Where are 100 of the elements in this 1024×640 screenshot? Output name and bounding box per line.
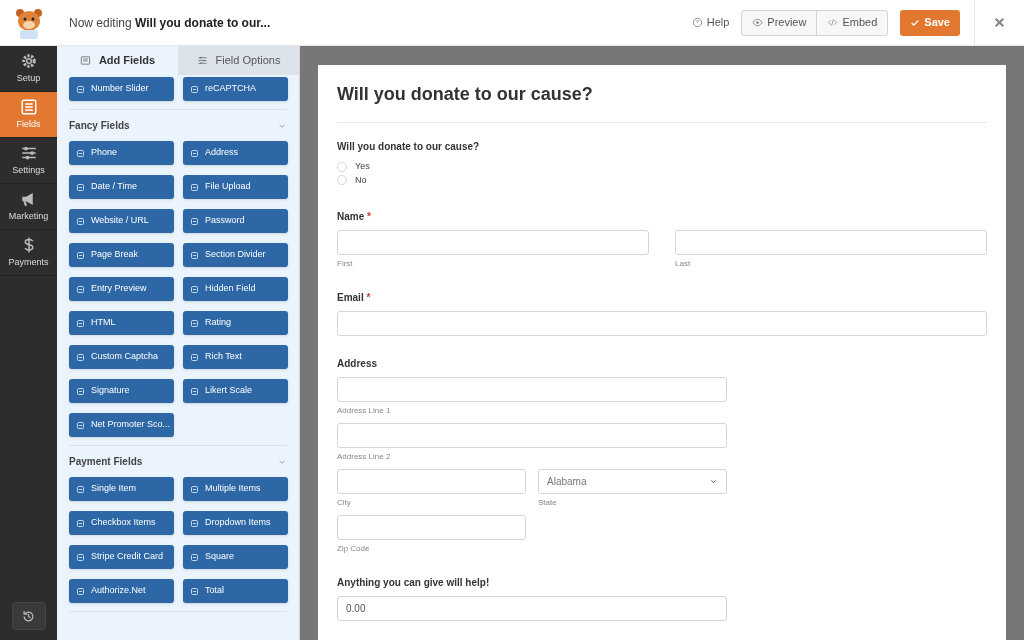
field-button[interactable]: Square <box>183 545 288 569</box>
field-button[interactable]: Password <box>183 209 288 233</box>
input-field[interactable] <box>337 469 526 494</box>
form-icon <box>79 55 91 66</box>
nav-tab[interactable]: Fields <box>0 92 57 138</box>
field-button[interactable]: Number Slider <box>69 77 174 101</box>
field-icon <box>76 250 85 260</box>
field-button[interactable]: Signature <box>69 379 174 403</box>
field-icon <box>76 552 85 562</box>
help-icon <box>691 17 703 28</box>
code-icon <box>827 17 839 28</box>
field-button[interactable]: Hidden Field <box>183 277 288 301</box>
embed-button[interactable]: Embed <box>817 10 888 35</box>
field-icon <box>190 250 199 260</box>
save-button[interactable]: Save <box>900 9 960 36</box>
field-icon <box>76 318 85 328</box>
field-icon <box>76 148 85 158</box>
group-title: Fancy Fields <box>69 119 130 133</box>
sublabel: Zip Code <box>337 543 371 555</box>
field-icon <box>190 386 199 396</box>
field-button[interactable]: Multiple Items <box>183 477 288 501</box>
field-button[interactable]: Likert Scale <box>183 379 288 403</box>
field-button[interactable]: Authorize.Net <box>69 579 174 603</box>
field-icon <box>76 586 85 596</box>
field-icon <box>190 284 199 294</box>
editing-title: Now editing Will you donate to our... <box>69 14 271 32</box>
field-icon <box>76 420 85 430</box>
panel-tab[interactable]: Field Options <box>178 46 299 75</box>
field-button[interactable]: Single Item <box>69 477 174 501</box>
field-icon <box>76 484 85 494</box>
sublabel: Last <box>675 258 692 270</box>
option-label: No <box>355 173 367 187</box>
field-label: Address <box>337 357 378 371</box>
input-field[interactable] <box>337 377 727 402</box>
field-button[interactable]: Rich Text <box>183 345 288 369</box>
input-field[interactable] <box>337 230 649 255</box>
field-icon <box>190 148 199 158</box>
input-field[interactable]: 0.00 <box>337 596 727 621</box>
sublabel: State <box>538 497 558 509</box>
field-icon <box>190 484 199 494</box>
preview-button[interactable]: Preview <box>742 10 818 35</box>
field-icon <box>76 216 85 226</box>
input-field[interactable] <box>337 515 526 540</box>
field-label: Email * <box>337 291 372 305</box>
field-icon <box>190 318 199 328</box>
input-field[interactable] <box>337 423 727 448</box>
field-button[interactable]: Date / Time <box>69 175 174 199</box>
sublabel: City <box>337 497 352 509</box>
field-button[interactable]: Entry Preview <box>69 277 174 301</box>
field-button[interactable]: Phone <box>69 141 174 165</box>
group-title: Payment Fields <box>69 455 143 469</box>
form-title: Will you donate to our cause? <box>337 81 987 123</box>
field-icon <box>76 84 85 94</box>
field-button[interactable]: HTML <box>69 311 174 335</box>
sublabel: First <box>337 258 354 270</box>
history-icon <box>21 608 36 624</box>
field-icon <box>190 352 199 362</box>
field-icon <box>76 386 85 396</box>
field-button[interactable]: Dropdown Items <box>183 511 288 535</box>
list-icon <box>19 97 38 116</box>
field-icon <box>190 518 199 528</box>
field-button[interactable]: Website / URL <box>69 209 174 233</box>
field-label: Anything you can give will help! <box>337 576 491 590</box>
caret-icon <box>709 477 718 486</box>
field-label: Will you donate to our cause? <box>337 140 481 154</box>
field-button[interactable]: Address <box>183 141 288 165</box>
undo-button[interactable] <box>11 602 46 630</box>
radio-button[interactable] <box>337 161 347 172</box>
input-field[interactable] <box>337 311 987 336</box>
field-icon <box>76 352 85 362</box>
field-button[interactable]: Stripe Credit Card <box>69 545 174 569</box>
field-icon <box>190 552 199 562</box>
option-label: Yes <box>355 160 370 173</box>
field-icon <box>76 284 85 294</box>
close-icon <box>993 16 1006 29</box>
field-icon <box>190 84 199 94</box>
field-icon <box>190 182 199 192</box>
gear-icon <box>19 51 38 70</box>
sublabel: Address Line 1 <box>337 405 392 417</box>
check-icon <box>910 17 921 28</box>
field-button[interactable]: Net Promoter Sco... <box>69 413 174 437</box>
help-button[interactable]: Help <box>691 14 730 31</box>
eye-icon <box>752 17 764 28</box>
radio-button[interactable] <box>337 175 347 186</box>
field-button[interactable]: Section Divider <box>183 243 288 267</box>
field-label: Name * <box>337 210 372 224</box>
field-button[interactable]: reCAPTCHA <box>183 77 288 101</box>
field-icon <box>76 518 85 528</box>
state-dropdown[interactable]: Alabama <box>538 469 727 494</box>
field-button[interactable]: Custom Captcha <box>69 345 174 369</box>
field-icon <box>190 586 199 596</box>
sublabel: Address Line 2 <box>337 451 392 463</box>
input-field[interactable] <box>675 230 987 255</box>
field-button[interactable]: Checkbox Items <box>69 511 174 535</box>
field-icon <box>190 216 199 226</box>
field-button[interactable]: Page Break <box>69 243 174 267</box>
field-button[interactable]: Total <box>183 579 288 603</box>
field-button[interactable]: Rating <box>183 311 288 335</box>
field-button[interactable]: File Upload <box>183 175 288 199</box>
field-icon <box>76 182 85 192</box>
